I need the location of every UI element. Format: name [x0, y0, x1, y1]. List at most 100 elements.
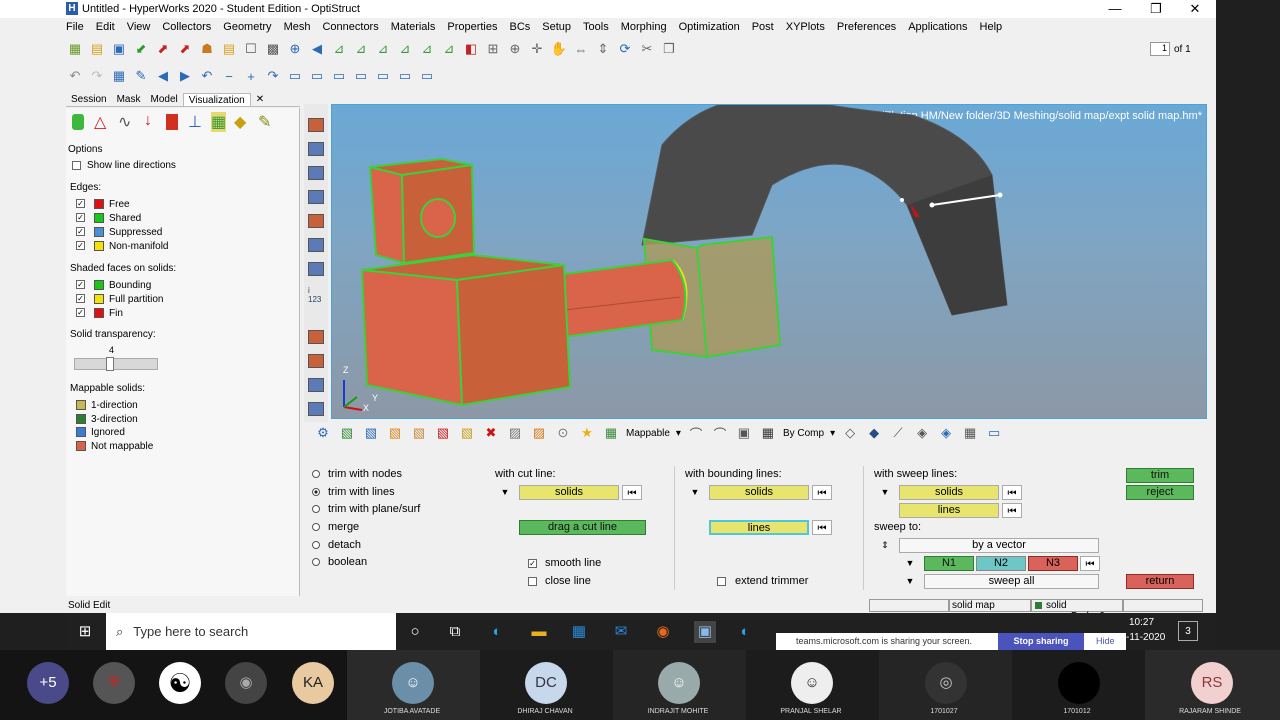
cut-solids-selector[interactable]: solids: [519, 485, 619, 500]
label-icon[interactable]: [308, 330, 324, 344]
participant-avatar[interactable]: [1058, 662, 1100, 704]
edge-free-swatch[interactable]: [94, 199, 104, 209]
tab-close-icon[interactable]: ✕: [251, 93, 269, 106]
view-iso-icon[interactable]: ▭: [418, 67, 436, 85]
menu-optimization[interactable]: Optimization: [679, 19, 740, 36]
view-top-icon[interactable]: ▭: [286, 67, 304, 85]
wrench-icon[interactable]: ✎: [132, 67, 150, 85]
panel-icon[interactable]: [308, 214, 324, 228]
tab-model[interactable]: Model: [145, 93, 182, 106]
orbit-icon[interactable]: ⟳: [616, 40, 634, 58]
maximize-button[interactable]: ❐: [1141, 1, 1171, 17]
n1-node-selector[interactable]: N1: [924, 556, 974, 571]
cut-solids-dropdown[interactable]: ▼: [494, 485, 516, 500]
mode-detach[interactable]: detach: [312, 539, 361, 551]
mappable-not-mappable-swatch[interactable]: [76, 441, 86, 451]
pan-icon[interactable]: ✋: [550, 40, 568, 58]
mode-trim-with-lines[interactable]: trim with lines: [312, 486, 395, 498]
menu-tools[interactable]: Tools: [583, 19, 609, 36]
file-explorer-icon[interactable]: ▬: [528, 621, 550, 643]
axis-icon[interactable]: ⊿: [330, 40, 348, 58]
hide-button[interactable]: Hide: [1096, 633, 1115, 650]
menu-connectors[interactable]: Connectors: [322, 19, 378, 36]
delete-icon[interactable]: ✖: [482, 424, 500, 442]
close-line-checkbox[interactable]: [528, 577, 537, 586]
cube-solid-icon[interactable]: ◆: [865, 424, 883, 442]
tab-mask[interactable]: Mask: [112, 93, 146, 106]
view-front-icon[interactable]: ▭: [374, 67, 392, 85]
rotate-icon[interactable]: ⇔: [572, 40, 590, 58]
shade-icon[interactable]: ▧: [362, 424, 380, 442]
screen-icon[interactable]: ▭: [985, 424, 1003, 442]
bounding-lines-selector[interactable]: lines: [709, 520, 809, 535]
axis-icon[interactable]: ⊿: [396, 40, 414, 58]
edge-nonmanifold-checkbox[interactable]: ✓: [76, 241, 85, 250]
participant-avatar[interactable]: ☺: [658, 662, 700, 704]
edge-icon[interactable]: ◐: [734, 621, 756, 643]
shaded-bounding-checkbox[interactable]: ✓: [76, 280, 85, 289]
unmask-icon[interactable]: ▨: [530, 424, 548, 442]
sweep-to-mode-selector[interactable]: by a vector: [899, 538, 1099, 553]
sweep-all-dropdown[interactable]: ▼: [899, 574, 921, 589]
smooth-line-checkbox[interactable]: ✓: [528, 559, 537, 568]
axis-icon[interactable]: ⊿: [374, 40, 392, 58]
menu-collectors[interactable]: Collectors: [162, 19, 211, 36]
menu-properties[interactable]: Properties: [447, 19, 497, 36]
star-icon[interactable]: ★: [578, 424, 596, 442]
back-icon[interactable]: ◀: [154, 67, 172, 85]
cut-solids-reverse-button[interactable]: ⏮: [622, 485, 642, 500]
sweep-lines-selector[interactable]: lines: [899, 503, 999, 518]
cube-wire-icon[interactable]: ◇: [841, 424, 859, 442]
taskbar-search-box[interactable]: ⌕ Type here to search: [106, 613, 396, 650]
shaded-bounding-swatch[interactable]: [94, 280, 104, 290]
participant-avatar[interactable]: ☺: [791, 662, 833, 704]
tag-icon[interactable]: ◆: [234, 112, 246, 132]
store-icon[interactable]: ▦: [568, 621, 590, 643]
sweep-solids-dropdown[interactable]: ▼: [874, 485, 896, 500]
view-right-icon[interactable]: ▭: [352, 67, 370, 85]
mappable-1-direction-swatch[interactable]: [76, 400, 86, 410]
task-view-icon[interactable]: ⧉: [444, 621, 466, 643]
folder-icon[interactable]: ▤: [220, 40, 238, 58]
spin-icon[interactable]: ⇕: [594, 40, 612, 58]
participant-avatar[interactable]: RS: [1191, 662, 1233, 704]
mappable-icon[interactable]: ▦: [602, 424, 620, 442]
menu-setup[interactable]: Setup: [542, 19, 571, 36]
bounding-solids-reverse-button[interactable]: ⏮: [812, 485, 832, 500]
info-icon[interactable]: i 123: [308, 286, 324, 308]
chevron-down-icon[interactable]: ▾: [830, 428, 835, 439]
participant-avatar[interactable]: ☯: [159, 662, 201, 704]
print-icon[interactable]: ▩: [264, 40, 282, 58]
panel-icon[interactable]: [308, 142, 324, 156]
return-button[interactable]: return: [1126, 574, 1194, 589]
menu-applications[interactable]: Applications: [908, 19, 967, 36]
view-back-icon[interactable]: ▭: [396, 67, 414, 85]
bounding-lines-reverse-button[interactable]: ⏮: [812, 520, 832, 535]
panel-icon[interactable]: [308, 238, 324, 252]
pin-icon[interactable]: ↓: [144, 112, 152, 130]
cube-icon[interactable]: ▣: [735, 424, 753, 442]
participant-avatar[interactable]: ⛨: [93, 662, 135, 704]
mappable-3-direction-swatch[interactable]: [76, 414, 86, 424]
sweep-solids-selector[interactable]: solids: [899, 485, 999, 500]
new-model-icon[interactable]: ▦: [66, 40, 84, 58]
grid-icon[interactable]: ▦: [110, 67, 128, 85]
surface-icon[interactable]: [166, 114, 178, 130]
box-solid[interactable]: [360, 253, 572, 407]
panel-icon[interactable]: [308, 402, 324, 416]
solid-icon[interactable]: [72, 114, 84, 130]
line-icon[interactable]: ∿: [118, 112, 131, 132]
shade-icon[interactable]: ▧: [458, 424, 476, 442]
shade-icon[interactable]: ▧: [338, 424, 356, 442]
menu-mesh[interactable]: Mesh: [284, 19, 311, 36]
menu-file[interactable]: File: [66, 19, 84, 36]
label-icon[interactable]: [308, 354, 324, 368]
more-participants-avatar[interactable]: +5: [27, 662, 69, 704]
axis-icon[interactable]: ⊿: [352, 40, 370, 58]
window-icon[interactable]: ☐: [242, 40, 260, 58]
extend-trimmer-checkbox[interactable]: [717, 577, 726, 586]
line-style-icon[interactable]: ⌒: [711, 424, 729, 442]
grid-icon[interactable]: ▦: [961, 424, 979, 442]
undo-icon[interactable]: ↶: [66, 67, 84, 85]
menu-materials[interactable]: Materials: [391, 19, 436, 36]
